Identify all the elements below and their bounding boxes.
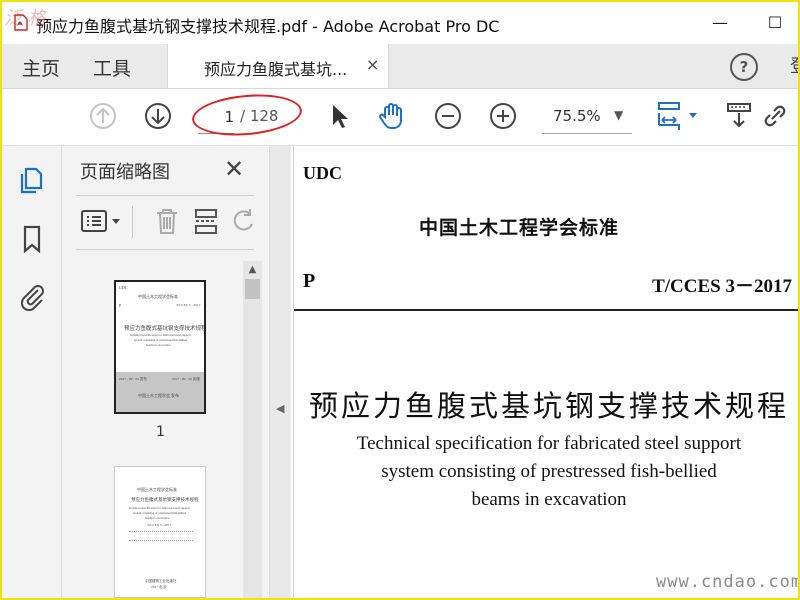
thumb-text: beams in excavation (146, 343, 171, 347)
app-window: 预应力鱼腹式基坑钢支撑技术规程.pdf - Adobe Acrobat Pro … (0, 0, 800, 600)
bookmark-icon[interactable] (18, 224, 46, 254)
help-icon[interactable]: ? (730, 53, 758, 81)
delete-page-icon[interactable] (151, 206, 183, 236)
thumb-text: 2017 - 09 - 05 发布 (119, 377, 147, 381)
thumb-text: 中国土木工程学会标准 (138, 294, 178, 299)
standard-code: T/CCES 3－2017 (652, 276, 792, 297)
minimize-button[interactable]: — (707, 10, 733, 36)
english-title-line-2: system consisting of prestressed fish-be… (381, 461, 717, 482)
document-tab[interactable]: 预应力鱼腹式基坑... × (167, 44, 389, 88)
watermark-url: www.cndao.com (656, 572, 800, 592)
select-cursor-icon[interactable] (324, 101, 354, 131)
english-title-line-1: Technical specification for fabricated s… (356, 433, 742, 454)
document-title: 预应力鱼腹式基坑钢支撑技术规程 (308, 389, 789, 423)
home-menu[interactable]: 主页 (22, 54, 60, 81)
thumb-footer-band: 2017 - 09 - 05 发布 2017 - 09 - 20 实施 中国土木… (116, 372, 204, 412)
divider (76, 249, 254, 250)
thumb-text: Technical specification for fabricated s… (129, 506, 190, 510)
thumb-text: T/CCES 3 - 2017 (147, 523, 172, 527)
page-thumbnail-1[interactable]: UDC 中国土木工程学会标准 P T/CCES 3 - 2017 预应力鱼腹式基… (114, 280, 206, 414)
tools-menu[interactable]: 工具 (93, 54, 131, 81)
thumb-text: P (119, 303, 122, 308)
scrollbar-thumb[interactable] (245, 279, 260, 299)
next-page-icon[interactable] (143, 101, 173, 131)
panel-title: 页面缩略图 (80, 162, 170, 183)
toolbar: 1 / 128 75.5% ▼ (2, 89, 798, 146)
udc-label: UDC (303, 163, 342, 183)
maximize-button[interactable]: ☐ (762, 10, 788, 36)
window-title: 预应力鱼腹式基坑钢支撑技术规程.pdf - Adobe Acrobat Pro … (36, 17, 500, 36)
thumb-text: 预应力鱼腹式基坑钢支撑技术规程 (131, 497, 199, 502)
attachment-icon[interactable] (18, 281, 46, 311)
watermark-logo: 泛 格 (4, 8, 46, 29)
panel-close-icon[interactable]: ✕ (224, 155, 244, 183)
navigation-rail (2, 146, 62, 598)
menu-bar: 主页 工具 预应力鱼腹式基坑... × ? 登 (2, 44, 798, 89)
english-title-line-3: beams in excavation (471, 489, 627, 510)
title-bar: 预应力鱼腹式基坑钢支撑技术规程.pdf - Adobe Acrobat Pro … (2, 2, 798, 44)
thumb-text-lines (129, 531, 193, 541)
collapse-arrow-icon[interactable]: ◀ (276, 402, 284, 415)
pdf-page: UDC 中国土木工程学会标准 P T/CCES 3－2017 预应力鱼腹式基坑钢… (293, 146, 798, 598)
page-thumbnails-icon[interactable] (18, 166, 46, 196)
society-standard: 中国土木工程学会标准 (418, 217, 619, 239)
scroll-up-arrow-icon[interactable]: ▲ (243, 261, 262, 279)
page-thumbnails-panel: 页面缩略图 ✕ UDC 中国土木工程学会标准 P T/CCES 3 - 2017… (62, 146, 268, 598)
zoom-select[interactable]: 75.5% ▼ (542, 101, 632, 134)
thumb-text: 预应力鱼腹式基坑钢支撑技术规程 (124, 326, 206, 332)
divider (132, 206, 133, 238)
thumb-text: system consisting of prestressed fish-be… (134, 338, 187, 342)
tab-close-icon[interactable]: × (366, 55, 379, 74)
options-menu-icon[interactable] (80, 206, 124, 236)
divider (76, 195, 254, 196)
thumb-text: 2017 北 京 (151, 585, 167, 589)
thumb-text: beams in excavation (145, 516, 170, 520)
zoom-out-icon[interactable] (433, 101, 463, 131)
zoom-value: 75.5% (553, 107, 601, 125)
zoom-in-icon[interactable] (488, 101, 518, 131)
sign-in-menu[interactable]: 登 (790, 52, 798, 78)
thumbnail-scrollbar[interactable]: ▲ (243, 261, 262, 598)
page-fit-icon[interactable] (657, 101, 703, 131)
rotate-page-icon[interactable] (232, 206, 254, 236)
thumb-text: Technical specification for fabricated s… (130, 333, 191, 337)
thumb-text: UDC (119, 285, 128, 290)
hand-tool-icon[interactable] (377, 101, 407, 131)
link-icon[interactable] (760, 101, 790, 131)
thumb-text: 2017 - 09 - 20 实施 (172, 377, 200, 381)
insert-page-icon[interactable] (192, 206, 224, 236)
thumb-text: 中国土木工程学会 发布 (138, 393, 179, 398)
scroll-mode-icon[interactable] (724, 101, 754, 131)
thumb-text: 中国建筑工业出版社 (145, 579, 177, 583)
previous-page-icon[interactable] (88, 101, 118, 131)
chevron-down-icon: ▼ (614, 108, 624, 122)
document-tab-label: 预应力鱼腹式基坑... (204, 60, 348, 79)
thumb-text: system consisting of prestressed fish-be… (133, 511, 186, 515)
panel-collapse-strip[interactable]: ◀ (269, 146, 292, 598)
document-view[interactable]: UDC 中国土木工程学会标准 P T/CCES 3－2017 预应力鱼腹式基坑钢… (291, 146, 798, 598)
classification-p: P (303, 270, 316, 292)
thumb-text: 中国土木工程学会标准 (137, 487, 177, 492)
page-thumbnail-2[interactable]: 中国土木工程学会标准 预应力鱼腹式基坑钢支撑技术规程 Technical spe… (114, 466, 206, 598)
header-rule (294, 309, 798, 311)
thumb-text: T/CCES 3 - 2017 (176, 303, 201, 307)
thumbnail-page-number: 1 (156, 424, 165, 440)
